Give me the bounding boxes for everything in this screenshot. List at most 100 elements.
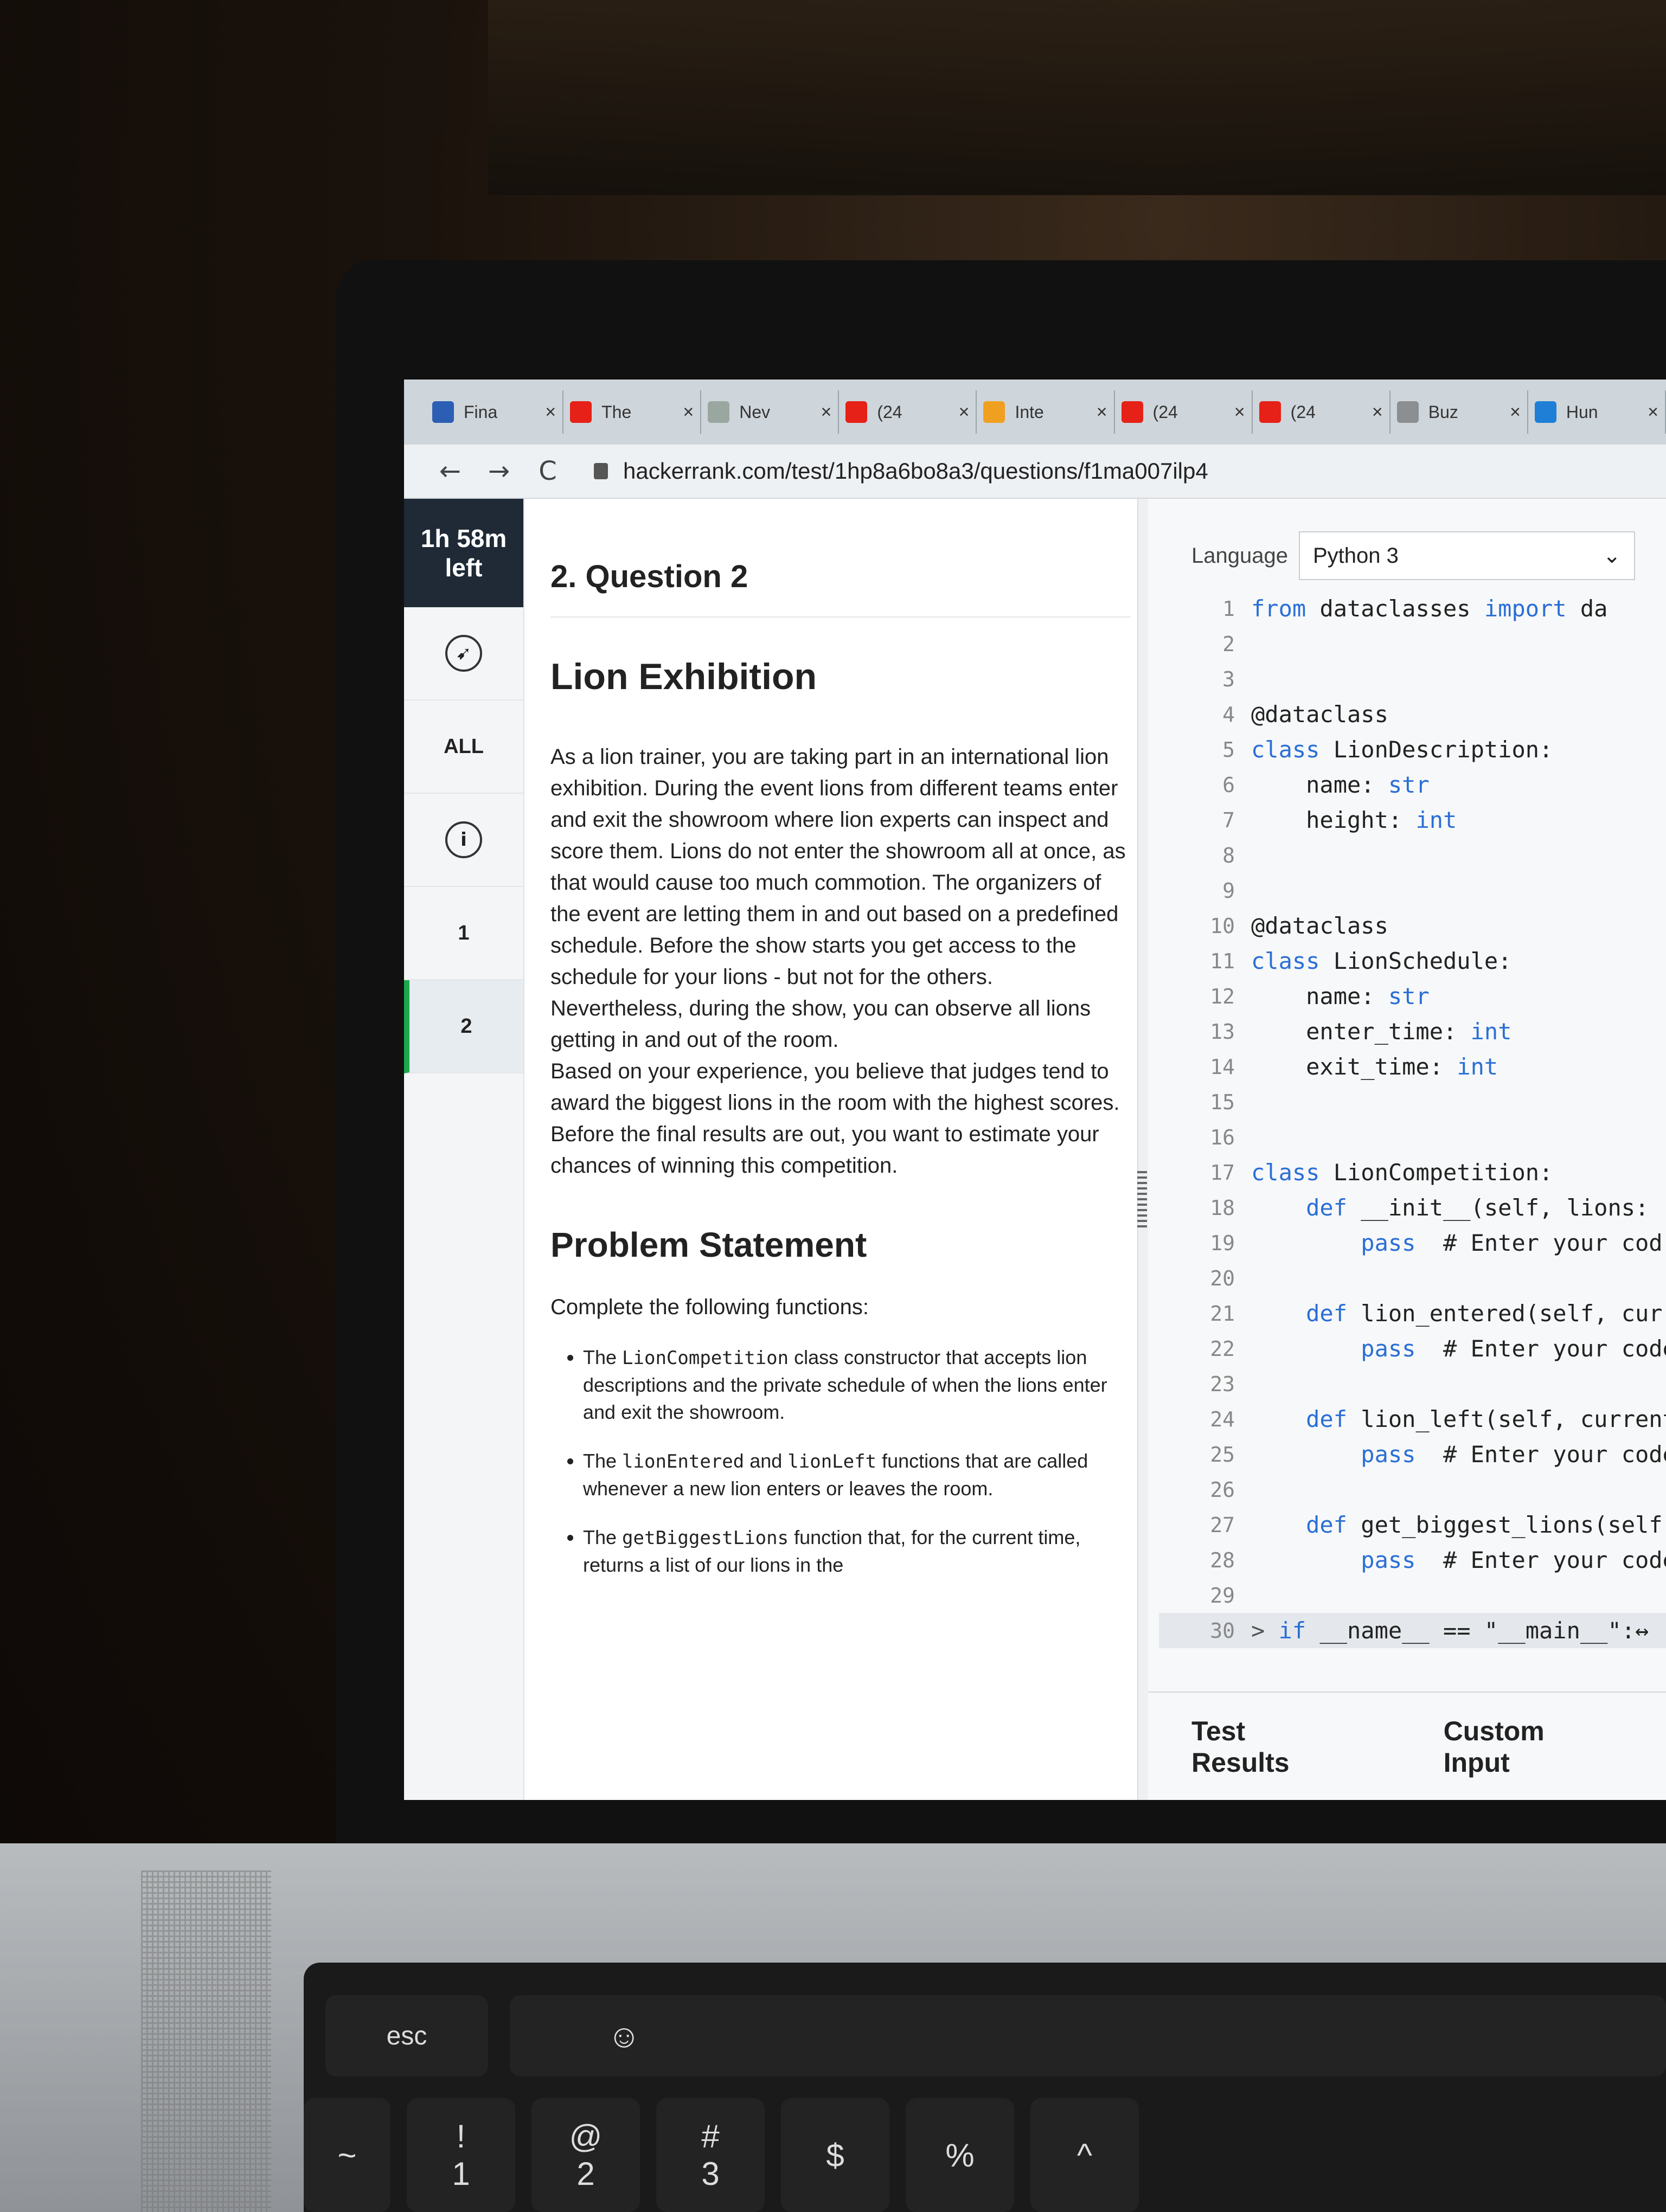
question-2-label: 2 (460, 1014, 472, 1038)
key-1[interactable]: ! 1 (407, 2098, 515, 2212)
browser-tab[interactable]: Nev × (701, 390, 840, 434)
language-select[interactable]: Python 3 ⌄ (1298, 531, 1635, 580)
browser-tab[interactable]: Hun × (1528, 390, 1666, 434)
youtube-icon (1121, 401, 1143, 423)
close-icon[interactable]: × (1648, 402, 1658, 423)
browser-tab[interactable]: (24 × (839, 390, 977, 434)
reload-button[interactable]: C (523, 456, 572, 486)
panel-divider[interactable] (1137, 499, 1149, 1800)
code-line: 1 from dataclasses import da (1159, 591, 1666, 626)
line-number: 14 (1210, 1054, 1235, 1079)
code-text: pass # Enter your cod (1251, 1230, 1663, 1256)
question-sidebar: 1h 58m left ➹ ALL i 1 2 (404, 499, 524, 1800)
code-text: class LionSchedule: (1251, 948, 1511, 974)
browser-tab[interactable]: (24 × (1115, 390, 1253, 434)
code-keyword: def (1251, 1512, 1348, 1538)
code-token: __init__(self, lions: (1347, 1194, 1649, 1221)
key-symbol: @ (569, 2118, 603, 2155)
site-icon (1534, 401, 1556, 423)
browser-tab[interactable]: Fina × (426, 390, 564, 434)
browser-tab[interactable]: The × (563, 390, 702, 434)
code-text: exit_time: int (1251, 1053, 1498, 1080)
sidebar-item-question-1[interactable]: 1 (404, 887, 523, 980)
code-keyword: int (1415, 807, 1457, 833)
url-field[interactable]: hackerrank.com/test/1hp8a6bo8a3/question… (623, 458, 1208, 484)
esc-key[interactable]: esc (325, 1995, 488, 2076)
line-number: 22 (1210, 1336, 1235, 1361)
compass-icon: ➹ (445, 635, 482, 672)
code-token: # Enter your cod (1415, 1230, 1663, 1256)
language-label: Language (1191, 543, 1288, 568)
code-line: 12 name: str (1159, 979, 1666, 1014)
close-icon[interactable]: × (1510, 402, 1521, 423)
tab-label: The (601, 402, 632, 422)
code-keyword: str (1388, 771, 1430, 798)
close-icon[interactable]: × (1097, 402, 1107, 423)
touch-bar[interactable]: ☺ (510, 1995, 1666, 2076)
resize-handle[interactable] (1137, 1171, 1147, 1231)
key-3[interactable]: # 3 (656, 2098, 765, 2212)
line-number: 12 (1210, 984, 1235, 1008)
emoji-icon[interactable]: ☺ (607, 2017, 640, 2055)
tilde-key[interactable]: ~ (304, 2098, 390, 2212)
code-text: name: str (1251, 771, 1430, 798)
screen: Fina × The × Nev × (24 × Inte × (24 × (24 × Buz × Hun × ←… (404, 380, 1666, 1800)
question-title: Lion Exhibition (550, 656, 817, 697)
trello-icon (432, 401, 454, 423)
code-keyword: pass (1251, 1335, 1416, 1362)
address-bar: ← → C hackerrank.com/test/1hp8a6bo8a3/qu… (404, 445, 1666, 499)
code-token: get_biggest_lions(self) (1347, 1512, 1666, 1538)
code-editor-panel: Language Python 3 ⌄ 1 from dataclasses im… (1148, 499, 1666, 1800)
tab-label: (24 (1152, 402, 1178, 422)
question-panel: 2. Question 2 Lion Exhibition As a lion … (550, 520, 1131, 1800)
bullet-text: and (744, 1450, 788, 1472)
code-line: 20 (1159, 1261, 1666, 1296)
close-icon[interactable]: × (545, 402, 556, 423)
tab-custom-input[interactable]: Custom Input (1444, 1715, 1601, 1778)
code-token: __name__ == "__main__":↔ (1306, 1617, 1649, 1644)
sidebar-item-question-2[interactable]: 2 (404, 980, 523, 1073)
line-number: 21 (1210, 1301, 1235, 1326)
line-number: 27 (1210, 1513, 1235, 1537)
code-line: 5 class LionDescription: (1159, 732, 1666, 767)
close-icon[interactable]: × (1234, 402, 1245, 423)
code-keyword: pass (1251, 1230, 1416, 1256)
close-icon[interactable]: × (821, 402, 831, 423)
compass-item[interactable]: ➹ (404, 607, 523, 700)
key-6[interactable]: ^ (1030, 2098, 1139, 2212)
sidebar-item-info[interactable]: i (404, 794, 523, 887)
key-5[interactable]: % (906, 2098, 1014, 2212)
code-keyword: int (1470, 1018, 1512, 1045)
close-icon[interactable]: × (683, 402, 694, 423)
code-text: class LionDescription: (1251, 736, 1553, 763)
results-tabs: Test Results Custom Input (1148, 1692, 1666, 1800)
browser-tab[interactable]: (24 × (1253, 390, 1391, 434)
key-4[interactable]: $ (781, 2098, 889, 2212)
browser-tab[interactable]: Buz × (1391, 390, 1528, 434)
key-2[interactable]: @ 2 (531, 2098, 640, 2212)
tab-test-results[interactable]: Test Results (1191, 1715, 1335, 1778)
code-token: lion_left(self, current_ (1347, 1406, 1666, 1432)
sidebar-item-all[interactable]: ALL (404, 700, 523, 794)
forward-button[interactable]: → (475, 456, 523, 486)
code-keyword: def (1251, 1406, 1348, 1432)
line-number: 11 (1210, 949, 1235, 973)
code-line: 24 def lion_left(self, current_ (1159, 1401, 1666, 1437)
line-number: 9 (1222, 878, 1235, 903)
code-line: 9 (1159, 873, 1666, 908)
code-token: name: (1251, 771, 1388, 798)
code-line: 7 height: int (1159, 802, 1666, 838)
code-keyword: from (1251, 595, 1306, 622)
close-icon[interactable]: × (959, 402, 970, 423)
inline-code: LionCompetition (622, 1347, 789, 1369)
tab-label: Nev (739, 402, 771, 422)
question-1-label: 1 (458, 921, 470, 944)
code-line: 11 class LionSchedule: (1159, 943, 1666, 979)
close-icon[interactable]: × (1372, 402, 1383, 423)
browser-tab[interactable]: Inte × (977, 390, 1115, 434)
chevron-down-icon: ⌄ (1603, 544, 1621, 568)
code-area[interactable]: 1 from dataclasses import da 2 3 4 @dataclass… (1159, 591, 1666, 1648)
keyboard: esc ☺ ~ ! 1 @ 2 # 3 $ % ^ (304, 1963, 1666, 2212)
code-line: 29 (1159, 1578, 1666, 1613)
back-button[interactable]: ← (426, 456, 475, 486)
